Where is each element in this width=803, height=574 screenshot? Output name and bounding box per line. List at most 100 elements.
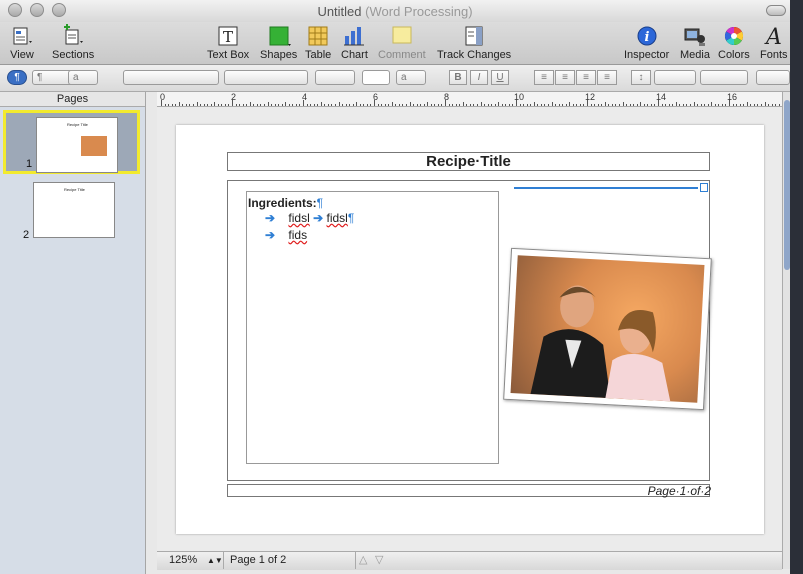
ruler-tick xyxy=(299,104,301,106)
ruler-tick xyxy=(466,104,468,106)
ruler-tick xyxy=(228,104,230,106)
ruler-tick xyxy=(501,104,503,106)
ruler-tick xyxy=(164,104,166,106)
page-thumbnail-1[interactable]: 1 Recipe Title xyxy=(3,110,140,174)
ruler-tick xyxy=(686,104,688,106)
ruler-tick xyxy=(647,104,649,106)
ruler-tick xyxy=(448,104,450,106)
font-size-menu[interactable] xyxy=(315,70,355,85)
text-box-button[interactable]: T Text Box xyxy=(207,24,249,61)
view-button[interactable]: View xyxy=(10,24,34,61)
document-page[interactable]: Recipe·Title Ingredients:¶ ➔ fidsl ➔ fid… xyxy=(176,125,764,534)
ruler-tick xyxy=(249,102,251,106)
title-bar[interactable]: Untitled (Word Processing) xyxy=(0,0,790,22)
page-thumbnail-2[interactable]: 2 Recipe Title xyxy=(3,178,140,242)
comment-button[interactable]: Comment xyxy=(378,24,426,61)
next-page-icon[interactable]: ▽ xyxy=(375,552,383,569)
ruler-tick xyxy=(608,104,610,106)
ruler-tick xyxy=(604,102,606,106)
fonts-icon: A xyxy=(762,24,786,50)
thumb-title: Recipe Title xyxy=(67,122,88,127)
list-style-menu[interactable] xyxy=(756,70,790,85)
footer-box[interactable]: Page·1·of·2 xyxy=(227,484,711,498)
ruler-tick xyxy=(303,100,304,106)
align-center-button[interactable]: ≡ xyxy=(555,70,575,85)
thumb-photo xyxy=(81,136,107,156)
fonts-button[interactable]: A Fonts xyxy=(760,24,788,61)
ruler-tick xyxy=(771,104,773,106)
chart-button[interactable]: Chart xyxy=(341,24,368,61)
shapes-button[interactable]: Shapes xyxy=(260,24,297,61)
ruler-tick xyxy=(246,104,248,106)
ruler-tick xyxy=(455,104,457,106)
body-text-box[interactable]: Ingredients:¶ ➔ fidsl ➔ fidsl¶ ➔ fids xyxy=(227,180,712,481)
ruler-tick xyxy=(491,104,493,106)
ruler-tick xyxy=(327,104,329,106)
line-spacing-menu[interactable] xyxy=(654,70,696,85)
ruler-tick xyxy=(324,104,326,106)
ruler-tick xyxy=(643,104,645,106)
ruler-tick xyxy=(704,104,706,106)
ruler-tick xyxy=(175,104,177,106)
list-item[interactable]: ➔ fids xyxy=(248,227,498,244)
character-style-menu[interactable]: a xyxy=(68,70,98,85)
justify-button[interactable]: ≡ xyxy=(597,70,617,85)
italic-button[interactable]: I xyxy=(470,70,488,85)
selection-handle[interactable] xyxy=(700,183,708,192)
ruler-tick xyxy=(476,104,478,106)
inspector-button[interactable]: i Inspector xyxy=(624,24,669,61)
zoom-stepper-icon[interactable]: ▲▼ xyxy=(207,552,223,569)
colors-button[interactable]: Colors xyxy=(718,24,750,61)
svg-text:i: i xyxy=(644,30,649,45)
ruler-tick xyxy=(654,104,656,106)
invisibles-toggle-button[interactable]: ¶ xyxy=(7,70,27,85)
ruler-tick xyxy=(661,104,663,106)
ruler-tick xyxy=(601,104,603,106)
ruler-tick xyxy=(640,102,642,106)
ruler-tick xyxy=(409,102,411,106)
bold-button[interactable]: B xyxy=(449,70,467,85)
photo-frame[interactable] xyxy=(503,247,712,411)
ruler-tick xyxy=(320,102,322,106)
media-button[interactable]: Media xyxy=(680,24,710,61)
align-right-button[interactable]: ≡ xyxy=(576,70,596,85)
ruler-tick xyxy=(633,104,635,106)
table-button[interactable]: Table xyxy=(305,24,331,61)
track-changes-button[interactable]: Track Changes xyxy=(437,24,511,61)
highlight-color-well[interactable]: a xyxy=(396,70,426,85)
ingredient-text: fids xyxy=(288,228,308,242)
ruler-tick xyxy=(178,102,180,106)
horizontal-ruler[interactable]: 0 2 4 6 8 10 12 14 16 xyxy=(157,92,787,107)
ruler-tick xyxy=(235,104,237,106)
divider xyxy=(223,552,224,569)
ruler-tick xyxy=(484,104,486,106)
list-item[interactable]: ➔ fidsl ➔ fidsl¶ xyxy=(248,210,498,227)
ruler-tick xyxy=(732,104,734,106)
align-left-button[interactable]: ≡ xyxy=(534,70,554,85)
thumb-title: Recipe Title xyxy=(64,187,85,192)
ruler-tick xyxy=(565,104,567,106)
columns-menu[interactable] xyxy=(700,70,748,85)
ruler-tick xyxy=(278,104,280,106)
ruler-tick xyxy=(668,104,670,106)
toolbar-toggle-button[interactable] xyxy=(766,5,786,16)
ruler-tick xyxy=(473,104,475,106)
sections-button[interactable]: Sections xyxy=(52,24,94,61)
media-icon xyxy=(683,24,707,48)
ingredients-text-box[interactable]: Ingredients:¶ ➔ fidsl ➔ fidsl¶ ➔ fids xyxy=(246,191,499,464)
status-bar: 125% ▲▼ Page 1 of 2 △ ▽ xyxy=(157,551,782,570)
text-color-well[interactable] xyxy=(362,70,390,85)
font-family-menu[interactable] xyxy=(123,70,219,85)
chart-icon xyxy=(342,24,366,48)
line-spacing-icon[interactable]: ↕ xyxy=(631,70,651,85)
zoom-menu[interactable]: 125% xyxy=(169,552,197,569)
ruler-tick xyxy=(271,104,273,106)
document-canvas[interactable]: Recipe·Title Ingredients:¶ ➔ fidsl ➔ fid… xyxy=(157,107,782,551)
font-typeface-menu[interactable] xyxy=(224,70,308,85)
previous-page-icon[interactable]: △ xyxy=(359,552,367,569)
recipe-title-box[interactable]: Recipe·Title xyxy=(227,152,710,171)
ruler-tick xyxy=(700,104,702,106)
ruler-tick xyxy=(718,104,720,106)
main-toolbar: View Sections T Text Box Shapes Table Ch… xyxy=(0,22,790,65)
underline-button[interactable]: U xyxy=(491,70,509,85)
